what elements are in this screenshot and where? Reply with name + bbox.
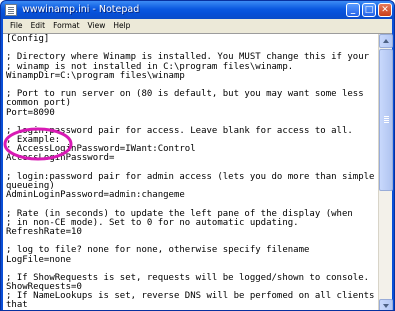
text-line: [Config] xyxy=(6,34,50,44)
text-line: ; If NameLookups is set, reverse DNS wil… xyxy=(6,291,375,302)
vertical-scrollbar[interactable] xyxy=(378,34,393,310)
menu-format[interactable]: Format xyxy=(49,19,83,33)
scroll-down-button[interactable] xyxy=(379,299,393,310)
text-line: common port) xyxy=(6,98,72,109)
client-area: [Config]; Directory where Winamp is inst… xyxy=(3,33,393,310)
text-line: LogFile=none xyxy=(6,254,72,265)
title-bar[interactable]: wwwinamp.ini - Notepad _ □ ✕ xyxy=(1,1,394,19)
text-editor[interactable]: [Config]; Directory where Winamp is inst… xyxy=(3,34,377,310)
maximize-button[interactable]: □ xyxy=(362,3,376,17)
scroll-thumb[interactable] xyxy=(379,49,393,191)
grip-icon xyxy=(384,116,389,117)
menu-file[interactable]: File xyxy=(6,19,27,33)
scroll-up-button[interactable] xyxy=(379,34,393,48)
menu-help[interactable]: Help xyxy=(109,19,134,33)
text-line: ; login:password pair for access. Leave … xyxy=(6,125,353,136)
arrow-up-icon xyxy=(383,39,389,43)
notepad-icon xyxy=(5,4,17,16)
text-line: RefreshRate=10 xyxy=(6,226,82,237)
text-line: AccessLoginPassword= xyxy=(6,153,115,164)
window-title: wwwinamp.ini - Notepad xyxy=(22,4,140,15)
minimize-button[interactable]: _ xyxy=(346,3,360,17)
arrow-down-icon xyxy=(383,304,389,308)
text-line: WinampDir=C:\program files\winamp xyxy=(6,70,185,81)
text-line: AdminLoginPassword=admin:changeme xyxy=(6,190,185,201)
menu-edit[interactable]: Edit xyxy=(27,19,50,33)
text-line: ; login:password pair for admin access (… xyxy=(6,171,375,182)
text-line: Port=8090 xyxy=(6,107,55,118)
menu-bar: File Edit Format View Help xyxy=(3,19,392,33)
menu-view[interactable]: View xyxy=(84,19,110,33)
close-button[interactable]: ✕ xyxy=(378,3,392,17)
notepad-window: wwwinamp.ini - Notepad _ □ ✕ File Edit F… xyxy=(0,0,395,311)
